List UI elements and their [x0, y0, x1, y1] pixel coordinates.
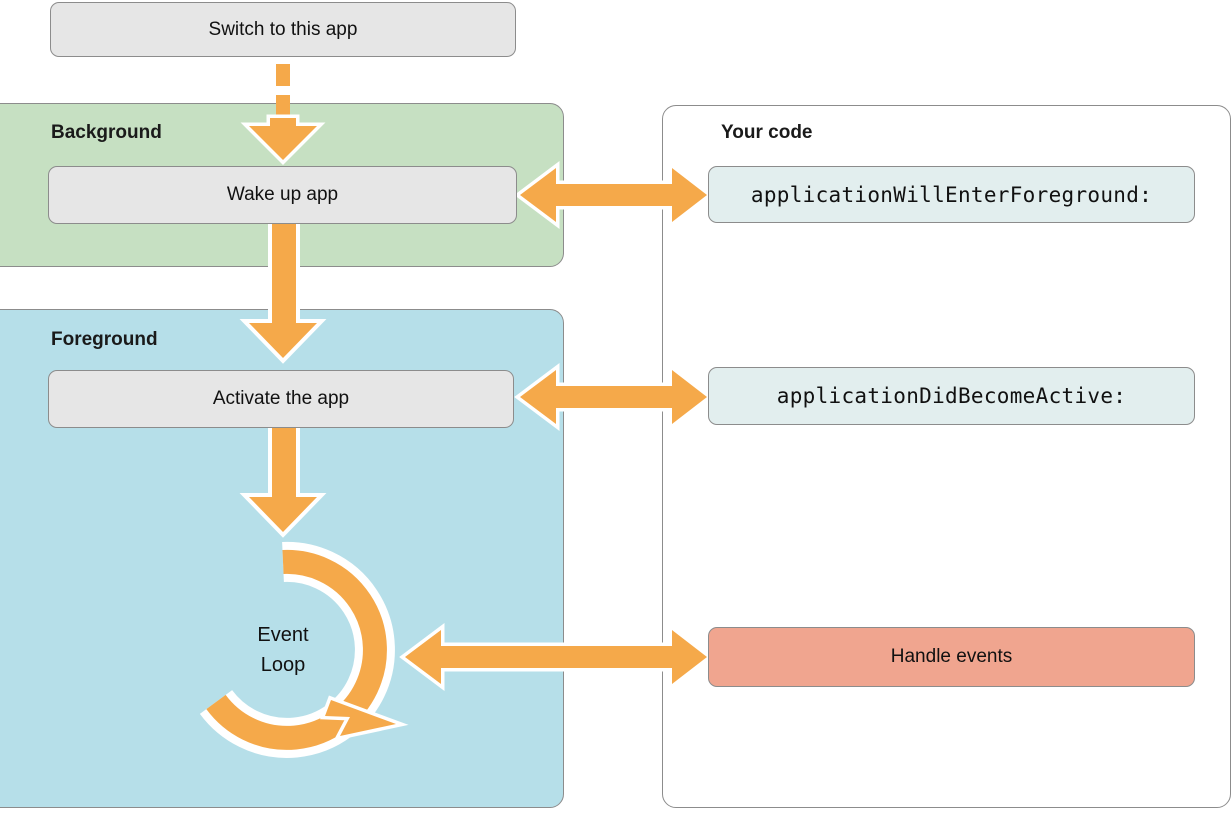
- application-will-enter-foreground-box[interactable]: applicationWillEnterForeground:: [708, 166, 1195, 223]
- event-loop-label: Event Loop: [208, 620, 358, 680]
- switch-to-this-app-box[interactable]: Switch to this app: [50, 2, 516, 57]
- activate-the-app-box[interactable]: Activate the app: [48, 370, 514, 428]
- diagram-canvas: Background Foreground Your code Switch t…: [0, 0, 1231, 813]
- foreground-section-title: Foreground: [51, 329, 158, 350]
- event-loop-label-line1: Event: [257, 624, 309, 646]
- your-code-section-title: Your code: [721, 122, 813, 143]
- wake-up-app-box[interactable]: Wake up app: [48, 166, 517, 224]
- background-section-title: Background: [51, 122, 162, 143]
- event-loop-label-line2: Loop: [260, 654, 306, 676]
- application-did-become-active-box[interactable]: applicationDidBecomeActive:: [708, 367, 1195, 425]
- handle-events-box[interactable]: Handle events: [708, 627, 1195, 687]
